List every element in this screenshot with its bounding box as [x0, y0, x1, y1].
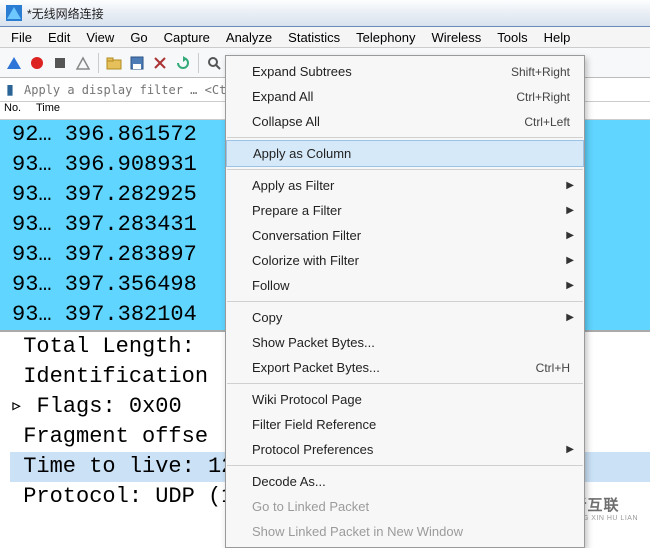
- submenu-arrow-icon: ▶: [566, 280, 574, 291]
- context-menu-item[interactable]: Show Packet Bytes...: [226, 330, 584, 355]
- menu-view[interactable]: View: [78, 30, 122, 45]
- context-menu-item[interactable]: Colorize with Filter▶: [226, 248, 584, 273]
- stop-capture-icon[interactable]: [26, 52, 48, 74]
- toolbar-separator: [198, 53, 199, 73]
- context-menu-item[interactable]: Follow▶: [226, 273, 584, 298]
- menu-separator: [227, 301, 583, 302]
- context-menu-item[interactable]: Prepare a Filter▶: [226, 198, 584, 223]
- menu-file[interactable]: File: [3, 30, 40, 45]
- context-menu-item[interactable]: Apply as Filter▶: [226, 173, 584, 198]
- find-icon[interactable]: [203, 52, 225, 74]
- context-menu-item[interactable]: Expand SubtreesShift+Right: [226, 59, 584, 84]
- context-menu-item[interactable]: Wiki Protocol Page: [226, 387, 584, 412]
- menu-separator: [227, 137, 583, 138]
- context-menu-item[interactable]: Filter Field Reference: [226, 412, 584, 437]
- menu-wireless[interactable]: Wireless: [423, 30, 489, 45]
- save-icon[interactable]: [126, 52, 148, 74]
- start-capture-icon[interactable]: [3, 52, 25, 74]
- context-menu-item: Show Linked Packet in New Window: [226, 519, 584, 544]
- restart-capture-icon[interactable]: [49, 52, 71, 74]
- context-menu-item[interactable]: Copy▶: [226, 305, 584, 330]
- submenu-arrow-icon: ▶: [566, 312, 574, 323]
- title-text: *无线网络连接: [27, 5, 104, 22]
- submenu-arrow-icon: ▶: [566, 180, 574, 191]
- context-menu-item[interactable]: Apply as Column: [226, 140, 584, 167]
- menu-bar[interactable]: File Edit View Go Capture Analyze Statis…: [0, 27, 650, 48]
- menu-separator: [227, 169, 583, 170]
- menu-separator: [227, 383, 583, 384]
- close-file-icon[interactable]: [149, 52, 171, 74]
- menu-capture[interactable]: Capture: [156, 30, 218, 45]
- context-menu-item[interactable]: Expand AllCtrl+Right: [226, 84, 584, 109]
- menu-analyze[interactable]: Analyze: [218, 30, 280, 45]
- context-menu-item[interactable]: Collapse AllCtrl+Left: [226, 109, 584, 134]
- context-menu-item[interactable]: Protocol Preferences▶: [226, 437, 584, 462]
- app-icon: [6, 5, 22, 21]
- context-menu-item[interactable]: Decode As...: [226, 469, 584, 494]
- menu-tools[interactable]: Tools: [489, 30, 535, 45]
- submenu-arrow-icon: ▶: [566, 205, 574, 216]
- context-menu-item: Go to Linked Packet: [226, 494, 584, 519]
- menu-statistics[interactable]: Statistics: [280, 30, 348, 45]
- menu-telephony[interactable]: Telephony: [348, 30, 423, 45]
- column-no[interactable]: No.: [0, 102, 30, 119]
- submenu-arrow-icon: ▶: [566, 255, 574, 266]
- menu-separator: [227, 465, 583, 466]
- menu-help[interactable]: Help: [536, 30, 579, 45]
- context-menu-item[interactable]: Export Packet Bytes...Ctrl+H: [226, 355, 584, 380]
- capture-options-icon[interactable]: [72, 52, 94, 74]
- open-file-icon[interactable]: [103, 52, 125, 74]
- reload-icon[interactable]: [172, 52, 194, 74]
- context-menu[interactable]: Expand SubtreesShift+RightExpand AllCtrl…: [225, 55, 585, 548]
- bookmark-icon[interactable]: ▮: [0, 81, 20, 98]
- menu-go[interactable]: Go: [122, 30, 155, 45]
- column-time[interactable]: Time: [30, 102, 110, 119]
- menu-edit[interactable]: Edit: [40, 30, 78, 45]
- submenu-arrow-icon: ▶: [566, 444, 574, 455]
- title-bar: *无线网络连接: [0, 0, 650, 27]
- submenu-arrow-icon: ▶: [566, 230, 574, 241]
- context-menu-item[interactable]: Conversation Filter▶: [226, 223, 584, 248]
- toolbar-separator: [98, 53, 99, 73]
